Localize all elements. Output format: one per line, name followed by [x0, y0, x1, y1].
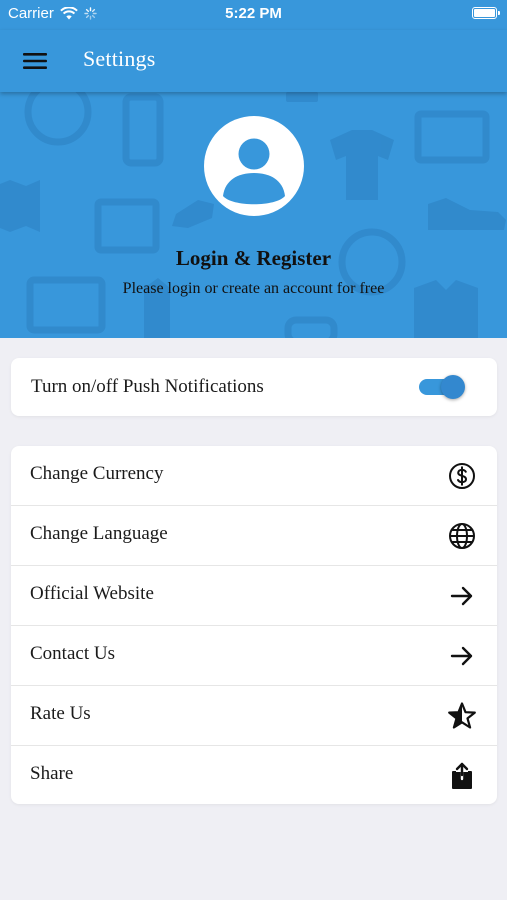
list-item-contact-us[interactable]: Contact Us	[11, 626, 497, 686]
list-item-label: Change Language	[30, 523, 168, 544]
list-item-label: Change Currency	[30, 463, 164, 484]
login-subtitle: Please login or create an account for fr…	[122, 280, 385, 297]
push-notifications-card: Turn on/off Push Notifications	[11, 358, 497, 416]
list-item-label: Share	[30, 763, 74, 784]
list-item-label: Official Website	[30, 583, 154, 604]
list-item-label: Contact Us	[30, 643, 115, 664]
settings-list: Change Currency Change Language Official…	[11, 446, 497, 804]
list-item-label: Rate Us	[30, 703, 91, 724]
toggle-thumb	[441, 375, 465, 399]
dollar-circle-icon	[447, 461, 477, 491]
menu-button[interactable]	[18, 46, 52, 76]
login-register-title[interactable]: Login & Register	[0, 246, 507, 271]
star-outline-icon	[447, 701, 477, 731]
avatar-button[interactable]	[204, 116, 304, 216]
battery-icon	[472, 7, 500, 19]
share-icon	[447, 761, 477, 791]
push-notifications-toggle[interactable]	[419, 375, 465, 399]
app-bar: Settings	[0, 30, 507, 92]
list-item-change-language[interactable]: Change Language	[11, 506, 497, 566]
push-notifications-label: Turn on/off Push Notifications	[31, 376, 264, 397]
user-avatar-icon	[223, 138, 285, 205]
globe-icon	[447, 521, 477, 551]
list-item-share[interactable]: Share	[11, 746, 497, 804]
arrow-right-icon	[447, 641, 477, 671]
page-title: Settings	[83, 46, 156, 71]
profile-header: Login & Register Please login or create …	[0, 92, 507, 338]
list-item-official-website[interactable]: Official Website	[11, 566, 497, 626]
list-item-rate-us[interactable]: Rate Us	[11, 686, 497, 746]
status-bar: Carrier 5:22 PM	[0, 0, 507, 30]
hamburger-menu-icon	[23, 53, 47, 69]
status-time: 5:22 PM	[225, 5, 282, 22]
arrow-right-icon	[447, 581, 477, 611]
list-item-change-currency[interactable]: Change Currency	[11, 446, 497, 506]
